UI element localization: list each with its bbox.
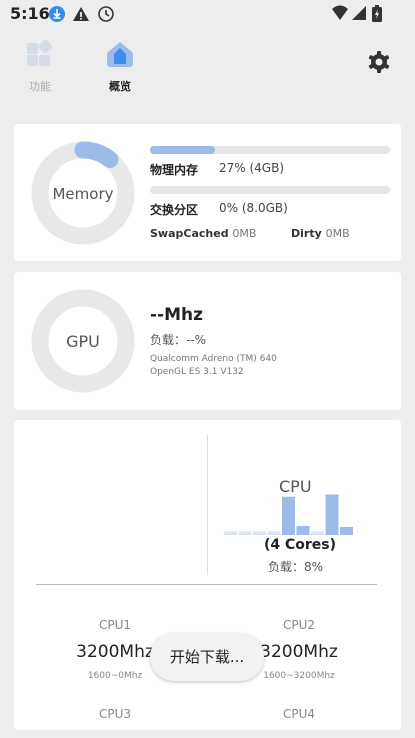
dirty-value: 0MB [325,227,350,240]
ram-label: 物理内存 [150,163,199,177]
cpu-load-bar [267,531,281,535]
tab-functions[interactable]: 功能 [13,39,67,94]
cpu-load-bar [253,531,266,535]
clock-icon [98,6,114,22]
battery-icon [372,5,382,22]
gpu-renderer: Qualcomm Adreno (TM) 640 [150,354,277,364]
cpu-cores: (4 Cores) [264,537,337,553]
cpu-load-bar [282,496,295,535]
core-name: CPU4 [282,707,316,721]
functions-icon [27,39,53,66]
gpu-ring-label: GPU [66,332,100,351]
download-icon [49,6,65,22]
ram-progress-fill [150,146,215,154]
status-bar: 5:16 [0,0,415,28]
memory-ring-label: Memory [52,185,114,203]
cpu-horizontal-divider [36,584,377,585]
dirty-label: Dirty [291,227,322,240]
dirty-stat: Dirty 0MB [291,227,350,240]
status-time: 5:16 [10,4,50,23]
memory-card[interactable]: Memory 物理内存 27% (4GB) 交换分区 0% (8.0GB) Sw… [14,124,401,261]
tab-overview[interactable]: 概览 [93,40,147,94]
core-name: CPU3 [98,707,132,721]
cpu-load-bar [238,531,252,535]
warning-icon [73,7,89,21]
cpu-load: 负载：8% [268,560,324,574]
home-icon [107,42,133,67]
cpu-load-bar [311,531,324,535]
cpu-load-bar [296,526,310,535]
ram-progress-bar [150,146,390,154]
cpu-load-bar [224,531,237,535]
download-toast: 开始下载... [150,633,264,681]
core-name: CPU2 [282,618,316,632]
swapcached-label: SwapCached [150,227,229,240]
tab-functions-label: 功能 [29,80,51,93]
gear-icon [368,51,390,73]
core-name: CPU1 [98,618,132,632]
gpu-card[interactable]: GPU --Mhz 负载：--% Qualcomm Adreno (TM) 64… [14,272,401,410]
wifi-icon [332,5,348,20]
cpu-load-bar [325,494,339,535]
cpu-card[interactable]: CPU (4 Cores) 负载：8% CPU1 3200Mhz 1600~0M… [14,420,401,730]
settings-button[interactable] [367,50,391,74]
tab-overview-label: 概览 [109,80,131,93]
gpu-api: OpenGL ES 3.1 V132 [150,367,244,377]
gpu-frequency: --Mhz [150,305,204,325]
cpu-vertical-divider [207,435,208,575]
cpu-load-bar [340,526,353,535]
swapcached-value: 0MB [232,227,257,240]
gpu-load: 负载：--% [150,333,207,347]
swapcached-stat: SwapCached 0MB [150,227,256,240]
ram-value: 27% (4GB) [219,161,285,175]
signal-icon [352,6,366,20]
swap-progress-bar [150,186,390,194]
swap-label: 交换分区 [150,203,199,217]
cpu-load-bars [224,494,353,535]
swap-value: 0% (8.0GB) [219,201,288,215]
